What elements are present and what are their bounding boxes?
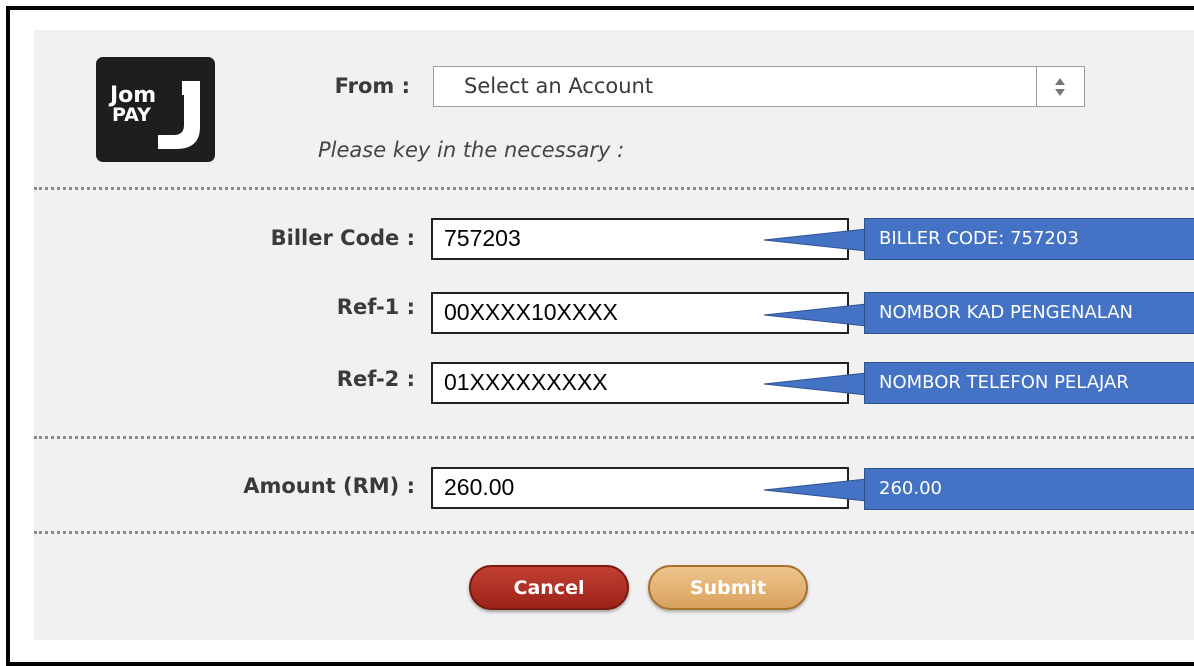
ref2-value: 01XXXXXXXXX [444,369,608,395]
callout-ref2-text: NOMBOR TELEFON PELAJAR [879,372,1129,393]
callout-biller-code: BILLER CODE: 757203 [864,218,1194,260]
biller-code-value: 757203 [444,225,521,251]
callout-biller-code-text: BILLER CODE: 757203 [879,228,1079,249]
account-select[interactable]: Select an Account [433,66,1085,107]
amount-value: 260.00 [444,474,515,500]
submit-button[interactable]: Submit [648,565,808,610]
from-label: From : [334,74,410,98]
ref1-label: Ref-1 : [336,295,415,319]
callout-pointer-biller [763,228,867,252]
callout-amount-text: 260.00 [879,478,942,499]
callout-pointer-ref2 [763,372,867,396]
callout-pointer-ref1 [763,303,867,327]
cancel-button[interactable]: Cancel [469,565,629,610]
updown-arrows-icon [1036,67,1084,106]
callout-ref1: NOMBOR KAD PENGENALAN [864,292,1194,334]
amount-label: Amount (RM) : [243,474,415,498]
separator-middle [34,436,1194,439]
biller-code-label: Biller Code : [270,226,415,250]
callout-ref1-text: NOMBOR KAD PENGENALAN [879,302,1133,323]
callout-ref2: NOMBOR TELEFON PELAJAR [864,362,1194,404]
callout-amount: 260.00 [864,468,1194,510]
logo-text-pay: PAY [112,104,151,126]
callout-pointer-amount [763,478,867,502]
jompay-logo: Jom PAY [96,57,215,162]
instruction-text: Please key in the necessary : [318,138,625,162]
separator-top [34,187,1194,190]
ref1-value: 00XXXX10XXXX [444,299,618,325]
separator-bottom [34,531,1194,534]
ref2-label: Ref-2 : [336,367,415,391]
account-select-value: Select an Account [464,74,654,98]
